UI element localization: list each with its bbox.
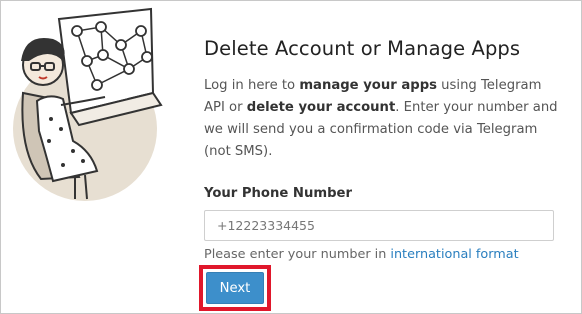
description-text: Log in here to [204, 78, 300, 93]
page-title: Delete Account or Manage Apps [204, 37, 521, 60]
login-content: Delete Account or Manage Apps Log in her… [204, 37, 564, 265]
page-description: Log in here to manage your apps using Te… [204, 75, 564, 163]
phone-hint: Please enter your number in internationa… [204, 245, 564, 265]
description-bold-manage-apps: manage your apps [299, 78, 437, 93]
login-panel: Delete Account or Manage Apps Log in her… [0, 0, 582, 314]
phone-number-input[interactable] [204, 210, 554, 241]
international-format-link[interactable]: international format [390, 247, 518, 262]
description-bold-delete-account: delete your account [246, 100, 396, 115]
phone-number-label: Your Phone Number [204, 186, 352, 201]
phone-hint-text: Please enter your number in [204, 247, 391, 262]
next-button-highlight: Next [199, 265, 271, 311]
telegram-mascot-illustration [13, 7, 163, 201]
next-button[interactable]: Next [206, 272, 264, 304]
